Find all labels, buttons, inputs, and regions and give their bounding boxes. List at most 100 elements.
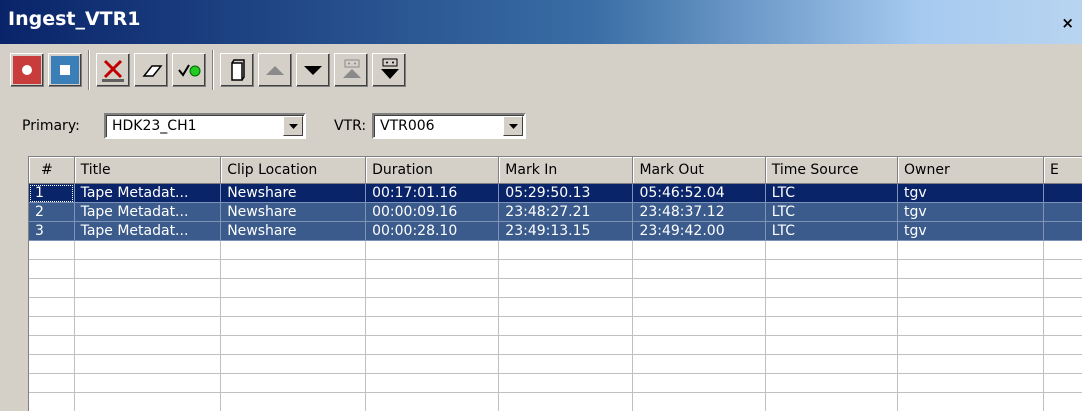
column-header-index[interactable]: # [29,157,74,184]
empty-cell [221,393,366,411]
window-title: Ingest_VTR1 [8,8,141,30]
cell-e [1043,203,1082,222]
chevron-down-icon [289,124,298,129]
empty-cell [366,355,499,374]
stop-button[interactable] [48,53,82,87]
page-icon [221,54,255,88]
move-top-icon [335,54,369,88]
move-bottom-button[interactable] [372,53,406,87]
move-up-button[interactable] [258,53,292,87]
table-row[interactable]: 1 Tape Metadat... Newshare 00:17:01.16 0… [29,184,1082,203]
record-button[interactable] [10,53,44,87]
empty-cell [633,355,765,374]
check-button[interactable] [172,53,206,87]
empty-cell [499,317,633,336]
empty-cell [499,374,633,393]
cell-e [1043,184,1082,203]
table-header: # Title Clip Location Duration Mark In M… [29,157,1082,184]
cell-duration: 00:17:01.16 [366,184,499,203]
empty-cell [221,317,366,336]
primary-label: Primary: [22,118,80,134]
empty-cell [366,298,499,317]
empty-cell [898,317,1044,336]
empty-cell [633,336,765,355]
primary-value: HDK23_CH1 [112,118,197,134]
empty-cell [765,374,897,393]
column-header-title[interactable]: Title [74,157,221,184]
primary-dropdown-button[interactable] [283,116,303,136]
empty-cell [633,374,765,393]
close-icon[interactable]: × [1061,14,1074,32]
empty-cell [765,393,897,411]
erase-button[interactable] [134,53,168,87]
empty-cell [221,298,366,317]
empty-cell [29,260,74,279]
cell-mark-out: 05:46:52.04 [633,184,765,203]
cell-mark-in: 23:49:13.15 [499,222,633,241]
empty-cell [74,298,221,317]
cell-index: 2 [29,203,74,222]
empty-cell [765,317,897,336]
empty-cell [499,298,633,317]
empty-cell [1043,393,1082,411]
column-header-mark-out[interactable]: Mark Out [633,157,765,184]
empty-cell [765,336,897,355]
cell-time-source: LTC [765,184,897,203]
column-header-owner[interactable]: Owner [898,157,1044,184]
column-header-time-source[interactable]: Time Source [765,157,897,184]
vtr-dropdown-button[interactable] [503,116,523,136]
stop-icon [49,54,83,88]
empty-table-row [29,336,1082,355]
cell-clip-location: Newshare [221,222,366,241]
empty-cell [1043,355,1082,374]
empty-cell [221,336,366,355]
empty-cell [366,279,499,298]
cell-time-source: LTC [765,222,897,241]
empty-cell [765,279,897,298]
empty-cell [366,317,499,336]
column-header-mark-in[interactable]: Mark In [499,157,633,184]
column-header-e[interactable]: E [1043,157,1082,184]
empty-cell [633,393,765,411]
empty-cell [1043,336,1082,355]
empty-table-row [29,298,1082,317]
vtr-select[interactable]: VTR006 [372,113,526,139]
empty-table-row [29,317,1082,336]
empty-cell [29,241,74,260]
table-row[interactable]: 2 Tape Metadat... Newshare 00:00:09.16 2… [29,203,1082,222]
empty-table-row [29,260,1082,279]
cell-owner: tgv [898,184,1044,203]
empty-table-row [29,241,1082,260]
cell-owner: tgv [898,203,1044,222]
empty-cell [29,298,74,317]
primary-select[interactable]: HDK23_CH1 [104,113,306,139]
empty-cell [765,260,897,279]
empty-cell [499,279,633,298]
empty-cell [1043,317,1082,336]
toolbar-separator [212,50,214,90]
empty-cell [898,298,1044,317]
copy-button[interactable] [220,53,254,87]
move-down-button[interactable] [296,53,330,87]
table-row[interactable]: 3 Tape Metadat... Newshare 00:00:28.10 2… [29,222,1082,241]
empty-cell [221,260,366,279]
empty-cell [74,393,221,411]
empty-cell [1043,298,1082,317]
empty-cell [499,336,633,355]
cell-duration: 00:00:09.16 [366,203,499,222]
empty-cell [1043,241,1082,260]
cell-time-source: LTC [765,203,897,222]
column-header-clip-location[interactable]: Clip Location [221,157,366,184]
empty-cell [499,260,633,279]
move-bottom-icon [373,54,407,88]
empty-cell [765,298,897,317]
empty-cell [366,374,499,393]
vtr-value: VTR006 [380,118,435,134]
cell-index: 1 [29,184,74,203]
move-top-button[interactable] [334,53,368,87]
column-header-duration[interactable]: Duration [366,157,499,184]
toolbar-separator [88,50,90,90]
empty-table-row [29,355,1082,374]
delete-button[interactable] [96,53,130,87]
empty-cell [1043,260,1082,279]
